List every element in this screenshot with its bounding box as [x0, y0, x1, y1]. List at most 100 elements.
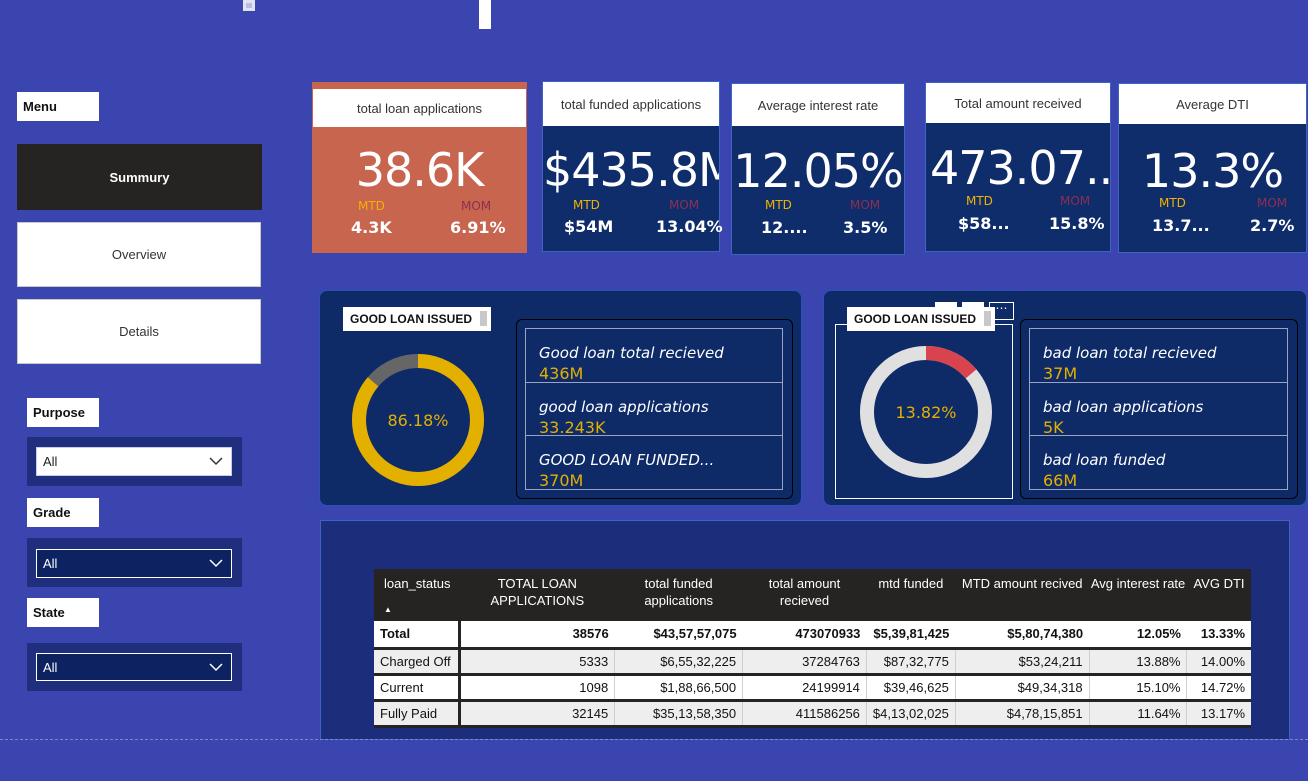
table-header-row: loan_status ▲ TOTAL LOAN APPLICATIONS tot… [374, 569, 1251, 621]
tag-scrollbar[interactable] [480, 311, 487, 326]
kpi-mtd-value: 4.3K [351, 218, 392, 237]
table-cell: $49,34,318 [954, 674, 1090, 702]
page-bottom-divider [0, 739, 1308, 740]
table-cell: 13.33% [1186, 621, 1251, 650]
column-header-avg-interest-rate[interactable]: Avg interest rate [1089, 569, 1187, 621]
table-cell: $43,57,57,075 [614, 621, 743, 650]
kpi-title: Average interest rate [732, 84, 904, 126]
chevron-down-icon [209, 663, 223, 672]
card-value: 37M [1043, 364, 1078, 383]
kpi-title: total loan applications [313, 89, 526, 127]
good-loan-card-applications[interactable]: good loan applications 33.243K [525, 382, 783, 437]
table-cell: 37284763 [742, 648, 867, 676]
tag-scrollbar[interactable] [984, 311, 991, 326]
kpi-mom-value: 15.8% [1049, 214, 1105, 233]
column-header-avg-dti[interactable]: AVG DTI [1186, 569, 1251, 621]
table-cell: $5,80,74,380 [955, 621, 1090, 650]
good-loan-tag: GOOD LOAN ISSUED [343, 307, 491, 331]
purpose-slicer-panel: All [27, 437, 242, 486]
table-cell: Current [374, 674, 462, 702]
column-header-mtd-amount-recived[interactable]: MTD amount recived [955, 569, 1090, 621]
kpi-mtd-value: 13.7... [1152, 216, 1210, 235]
table-row[interactable]: Charged Off 5333 $6,55,32,225 37284763 $… [374, 648, 1251, 676]
nav-overview-button[interactable]: Overview [17, 222, 261, 287]
grade-slicer-panel: All [27, 538, 242, 587]
card-title: bad loan total recieved [1043, 344, 1217, 362]
table-cell: $39,46,625 [865, 674, 956, 702]
card-value: 370M [539, 471, 584, 490]
kpi-average-interest-rate[interactable]: Average interest rate 12.05% MTD MOM 12.… [731, 83, 905, 255]
purpose-dropdown[interactable]: All [36, 447, 232, 476]
good-loan-card-funded[interactable]: GOOD LOAN FUNDED... 370M [525, 435, 783, 490]
bad-loan-donut[interactable]: 13.82% [858, 344, 994, 480]
table-row[interactable]: Current 1098 $1,88,66,500 24199914 $39,4… [374, 674, 1251, 702]
table-row[interactable]: Fully Paid 32145 $35,13,58,350 411586256… [374, 700, 1251, 728]
bad-loan-panel: ⋯ GOOD LOAN ISSUED 13.82% bad loan total… [823, 290, 1307, 506]
kpi-total-amount-received[interactable]: Total amount received 473.07... MTD MOM … [925, 82, 1111, 252]
bad-loan-percent: 13.82% [895, 403, 956, 422]
nav-details-button[interactable]: Details [17, 299, 261, 364]
table-cell: 13.88% [1088, 648, 1187, 676]
table-cell: $5,39,81,425 [866, 621, 956, 650]
table-cell: Charged Off [374, 648, 462, 676]
kpi-title: total funded applications [543, 82, 719, 126]
kpi-value: 38.6K [355, 143, 485, 197]
card-value: 436M [539, 364, 584, 383]
column-header-mtd-funded[interactable]: mtd funded [866, 569, 956, 621]
kpi-title: Total amount received [926, 83, 1110, 123]
table-cell: $35,13,58,350 [614, 700, 743, 728]
bad-loan-card-received[interactable]: bad loan total recieved 37M [1029, 328, 1288, 383]
kpi-mom-value: 13.04% [656, 217, 723, 236]
kpi-mom-label: MOM [1257, 196, 1288, 210]
menu-title: Menu [17, 92, 99, 121]
nav-summury-button[interactable]: Summury [17, 144, 262, 210]
card-title: Good loan total recieved [539, 344, 724, 362]
table-cell: 473070933 [742, 621, 867, 650]
table-cell: 13.17% [1186, 700, 1251, 728]
table-cell: 14.00% [1186, 648, 1251, 676]
table-cell: $87,32,775 [865, 648, 956, 676]
column-header-loan-status[interactable]: loan_status ▲ [374, 569, 460, 621]
grade-dropdown[interactable]: All [36, 549, 232, 578]
kpi-mtd-value: 12.... [761, 218, 808, 237]
card-value: 66M [1043, 471, 1078, 490]
good-loan-percent: 86.18% [387, 411, 448, 430]
kpi-total-loan-applications[interactable]: total loan applications 38.6K MTD MOM 4.… [312, 82, 527, 253]
kpi-average-dti[interactable]: Average DTI 13.3% MTD MOM 13.7... 2.7% [1118, 83, 1307, 253]
kpi-mtd-label: MTD [358, 199, 385, 213]
table-cell: 32145 [459, 700, 615, 728]
card-title: GOOD LOAN FUNDED... [539, 451, 715, 469]
column-header-total-funded-applications[interactable]: total funded applications [614, 569, 743, 621]
top-handle-small [243, 0, 255, 11]
chevron-down-icon [209, 457, 223, 466]
good-loan-card-received[interactable]: Good loan total recieved 436M [525, 328, 783, 383]
table-cell: $1,88,66,500 [614, 674, 743, 702]
kpi-value: 12.05% [733, 144, 903, 198]
table-cell: Total [374, 621, 462, 650]
kpi-value: 13.3% [1141, 144, 1284, 198]
column-header-total-amount-recieved[interactable]: total amount recieved [742, 569, 867, 621]
purpose-dropdown-value: All [43, 454, 58, 469]
column-header-total-loan-applications[interactable]: TOTAL LOAN APPLICATIONS [459, 569, 615, 621]
table-cell: 14.72% [1186, 674, 1251, 702]
good-loan-donut[interactable]: 86.18% [350, 352, 486, 488]
sort-ascending-icon[interactable]: ▲ [384, 601, 460, 618]
table-cell: 12.05% [1089, 621, 1187, 650]
table-cell: 15.10% [1088, 674, 1187, 702]
kpi-mom-label: MOM [1060, 194, 1091, 208]
bad-loan-tag-text: GOOD LOAN ISSUED [854, 312, 977, 326]
bad-loan-card-applications[interactable]: bad loan applications 5K [1029, 382, 1288, 437]
kpi-mtd-label: MTD [1159, 196, 1186, 210]
top-handle-bar [479, 0, 491, 29]
table-cell: $4,13,02,025 [865, 700, 956, 728]
state-slicer-panel: All [27, 643, 242, 691]
table-cell: $4,78,15,851 [954, 700, 1090, 728]
chevron-down-icon [209, 559, 223, 568]
state-label: State [27, 598, 99, 627]
good-loan-card-list: Good loan total recieved 436M good loan … [516, 319, 793, 499]
table-cell: $6,55,32,225 [614, 648, 743, 676]
kpi-total-funded-applications[interactable]: total funded applications $435.8M MTD MO… [542, 81, 723, 252]
state-dropdown[interactable]: All [36, 653, 232, 681]
bad-loan-card-funded[interactable]: bad loan funded 66M [1029, 435, 1288, 490]
kpi-mom-value: 2.7% [1250, 216, 1295, 235]
